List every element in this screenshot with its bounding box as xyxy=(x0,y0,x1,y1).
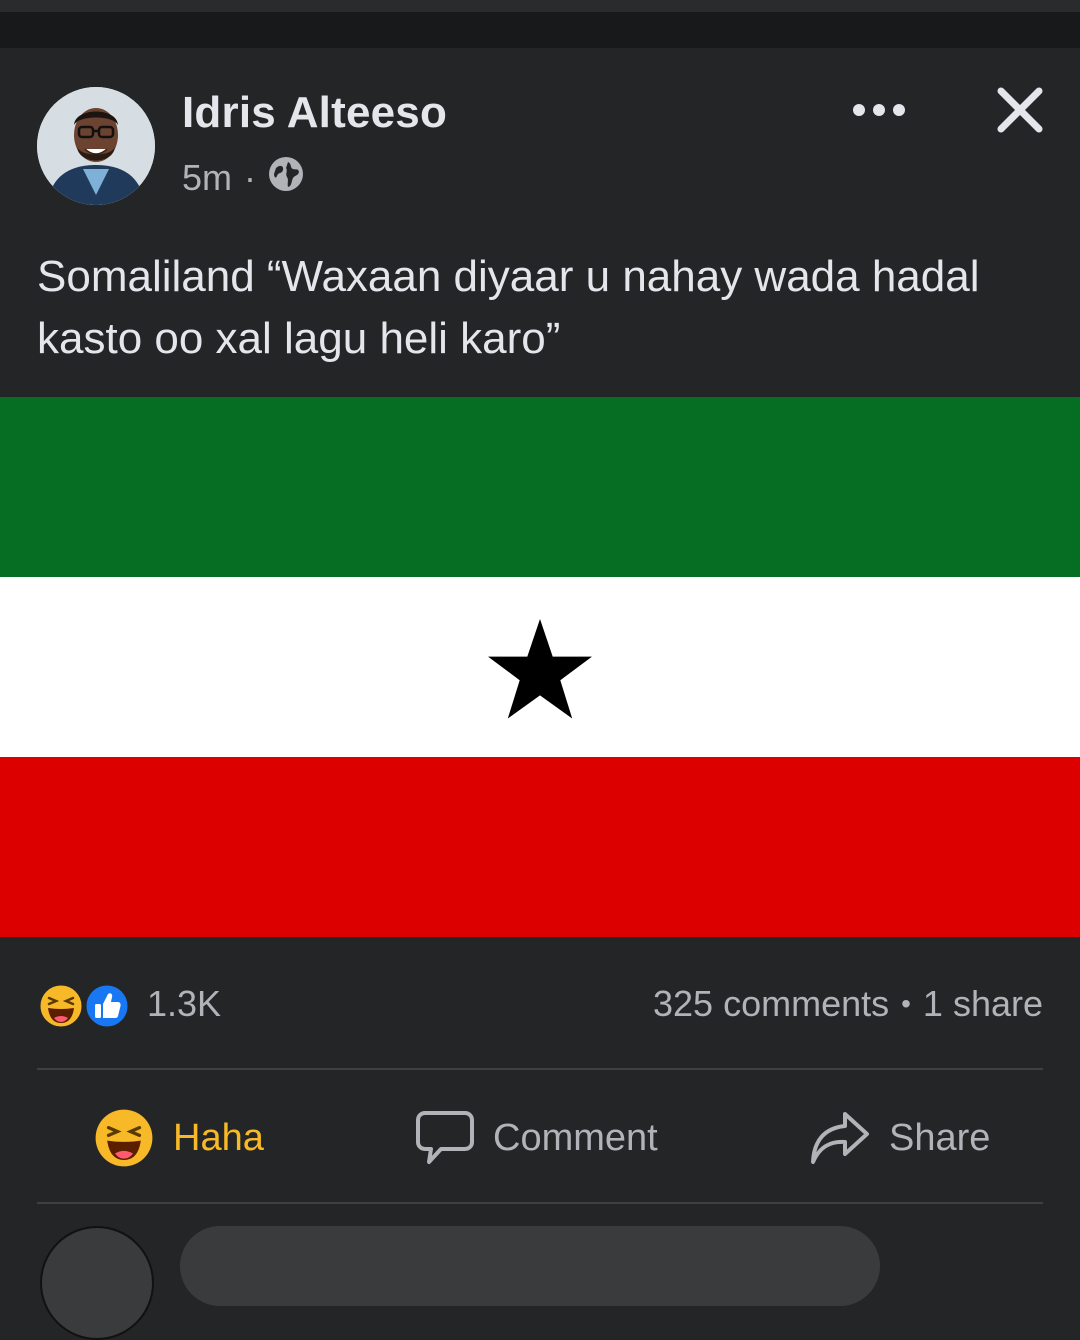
haha-icon xyxy=(95,1109,153,1167)
close-button[interactable] xyxy=(990,80,1050,140)
stats-bullet: • xyxy=(901,988,911,1019)
reaction-count: 1.3K xyxy=(147,983,222,1024)
share-arrow-icon xyxy=(811,1112,869,1164)
post-text: Somaliland “Waxaan diyaar u nahay wada h… xyxy=(37,252,980,363)
engagement-summary: 1.3K 325 comments • 1 share xyxy=(37,972,1043,1036)
comment-label: Comment xyxy=(493,1116,658,1159)
reaction-icons xyxy=(37,976,137,1032)
more-options-button[interactable] xyxy=(846,88,912,132)
post-meta: 5m · xyxy=(182,156,304,200)
comment-button[interactable]: Comment xyxy=(415,1090,658,1186)
ellipsis-icon xyxy=(853,104,905,116)
post-actions: Haha Comment Share xyxy=(37,1090,1043,1186)
status-bar xyxy=(0,0,1080,12)
top-band xyxy=(0,12,1080,48)
comment-input[interactable] xyxy=(180,1226,880,1306)
close-icon xyxy=(997,87,1043,133)
comments-count-link[interactable]: 325 comments xyxy=(653,983,889,1025)
divider-top xyxy=(37,1068,1043,1070)
post-header: Idris Alteeso 5m · xyxy=(0,48,1080,228)
haha-button[interactable]: Haha xyxy=(93,1090,264,1186)
share-label: Share xyxy=(889,1116,991,1159)
like-reaction-icon xyxy=(83,982,131,1030)
share-button[interactable]: Share xyxy=(809,1090,990,1186)
shares-count-link[interactable]: 1 share xyxy=(923,983,1043,1025)
meta-separator: · xyxy=(244,157,257,198)
globe-icon xyxy=(268,156,304,201)
star-icon xyxy=(488,619,592,719)
comment-icon xyxy=(416,1111,474,1164)
post-image-flag[interactable] xyxy=(0,397,1080,937)
reactions-summary[interactable]: 1.3K xyxy=(37,976,221,1032)
flag-green-stripe xyxy=(0,397,1080,577)
author-avatar[interactable] xyxy=(37,87,155,205)
haha-reaction-icon xyxy=(37,982,85,1030)
avatar-image xyxy=(37,87,155,205)
commenter-avatar[interactable] xyxy=(40,1226,154,1340)
flag-red-stripe xyxy=(0,757,1080,937)
haha-label: Haha xyxy=(173,1116,264,1159)
divider-bottom xyxy=(37,1202,1043,1204)
post-stats: 325 comments • 1 share xyxy=(653,983,1043,1025)
post-time[interactable]: 5m xyxy=(182,157,232,199)
author-name[interactable]: Idris Alteeso xyxy=(182,88,447,138)
